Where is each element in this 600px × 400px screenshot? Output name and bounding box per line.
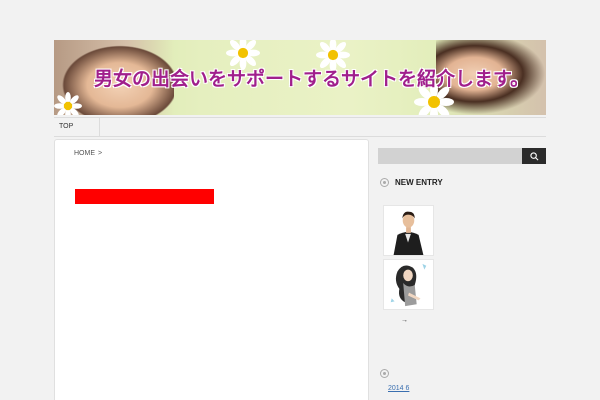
archive-link[interactable]: 2014 6 <box>388 385 409 392</box>
man-photo <box>384 206 433 255</box>
search-icon <box>529 151 538 160</box>
sidebar-search <box>378 148 546 164</box>
daisy-icon <box>54 92 82 115</box>
new-entry-heading: NEW ENTRY <box>380 175 443 189</box>
entry-more-arrow[interactable]: → <box>401 317 408 324</box>
bullet-circle-icon <box>380 369 389 378</box>
highlight-bar <box>75 189 214 204</box>
nav-item-top[interactable]: TOP <box>54 118 100 136</box>
archive-heading <box>380 360 395 379</box>
search-input[interactable] <box>378 148 522 164</box>
new-entry-title: NEW ENTRY <box>395 177 443 187</box>
breadcrumb: HOME > <box>74 150 102 157</box>
entry-thumbnail-man[interactable] <box>383 205 434 256</box>
search-button[interactable] <box>522 148 546 164</box>
breadcrumb-home-link[interactable]: HOME <box>74 150 95 157</box>
woman-illustration <box>384 260 433 309</box>
main-content: HOME > <box>54 139 369 400</box>
breadcrumb-separator: > <box>98 150 103 157</box>
entry-thumbnail-woman[interactable] <box>383 259 434 310</box>
banner-title: 男女の出会いをサポートするサイトを紹介します。 <box>94 68 530 90</box>
bullet-circle-icon <box>380 177 389 187</box>
global-nav: TOP <box>54 117 546 137</box>
header-banner[interactable]: 男女の出会いをサポートするサイトを紹介します。 <box>54 40 546 115</box>
